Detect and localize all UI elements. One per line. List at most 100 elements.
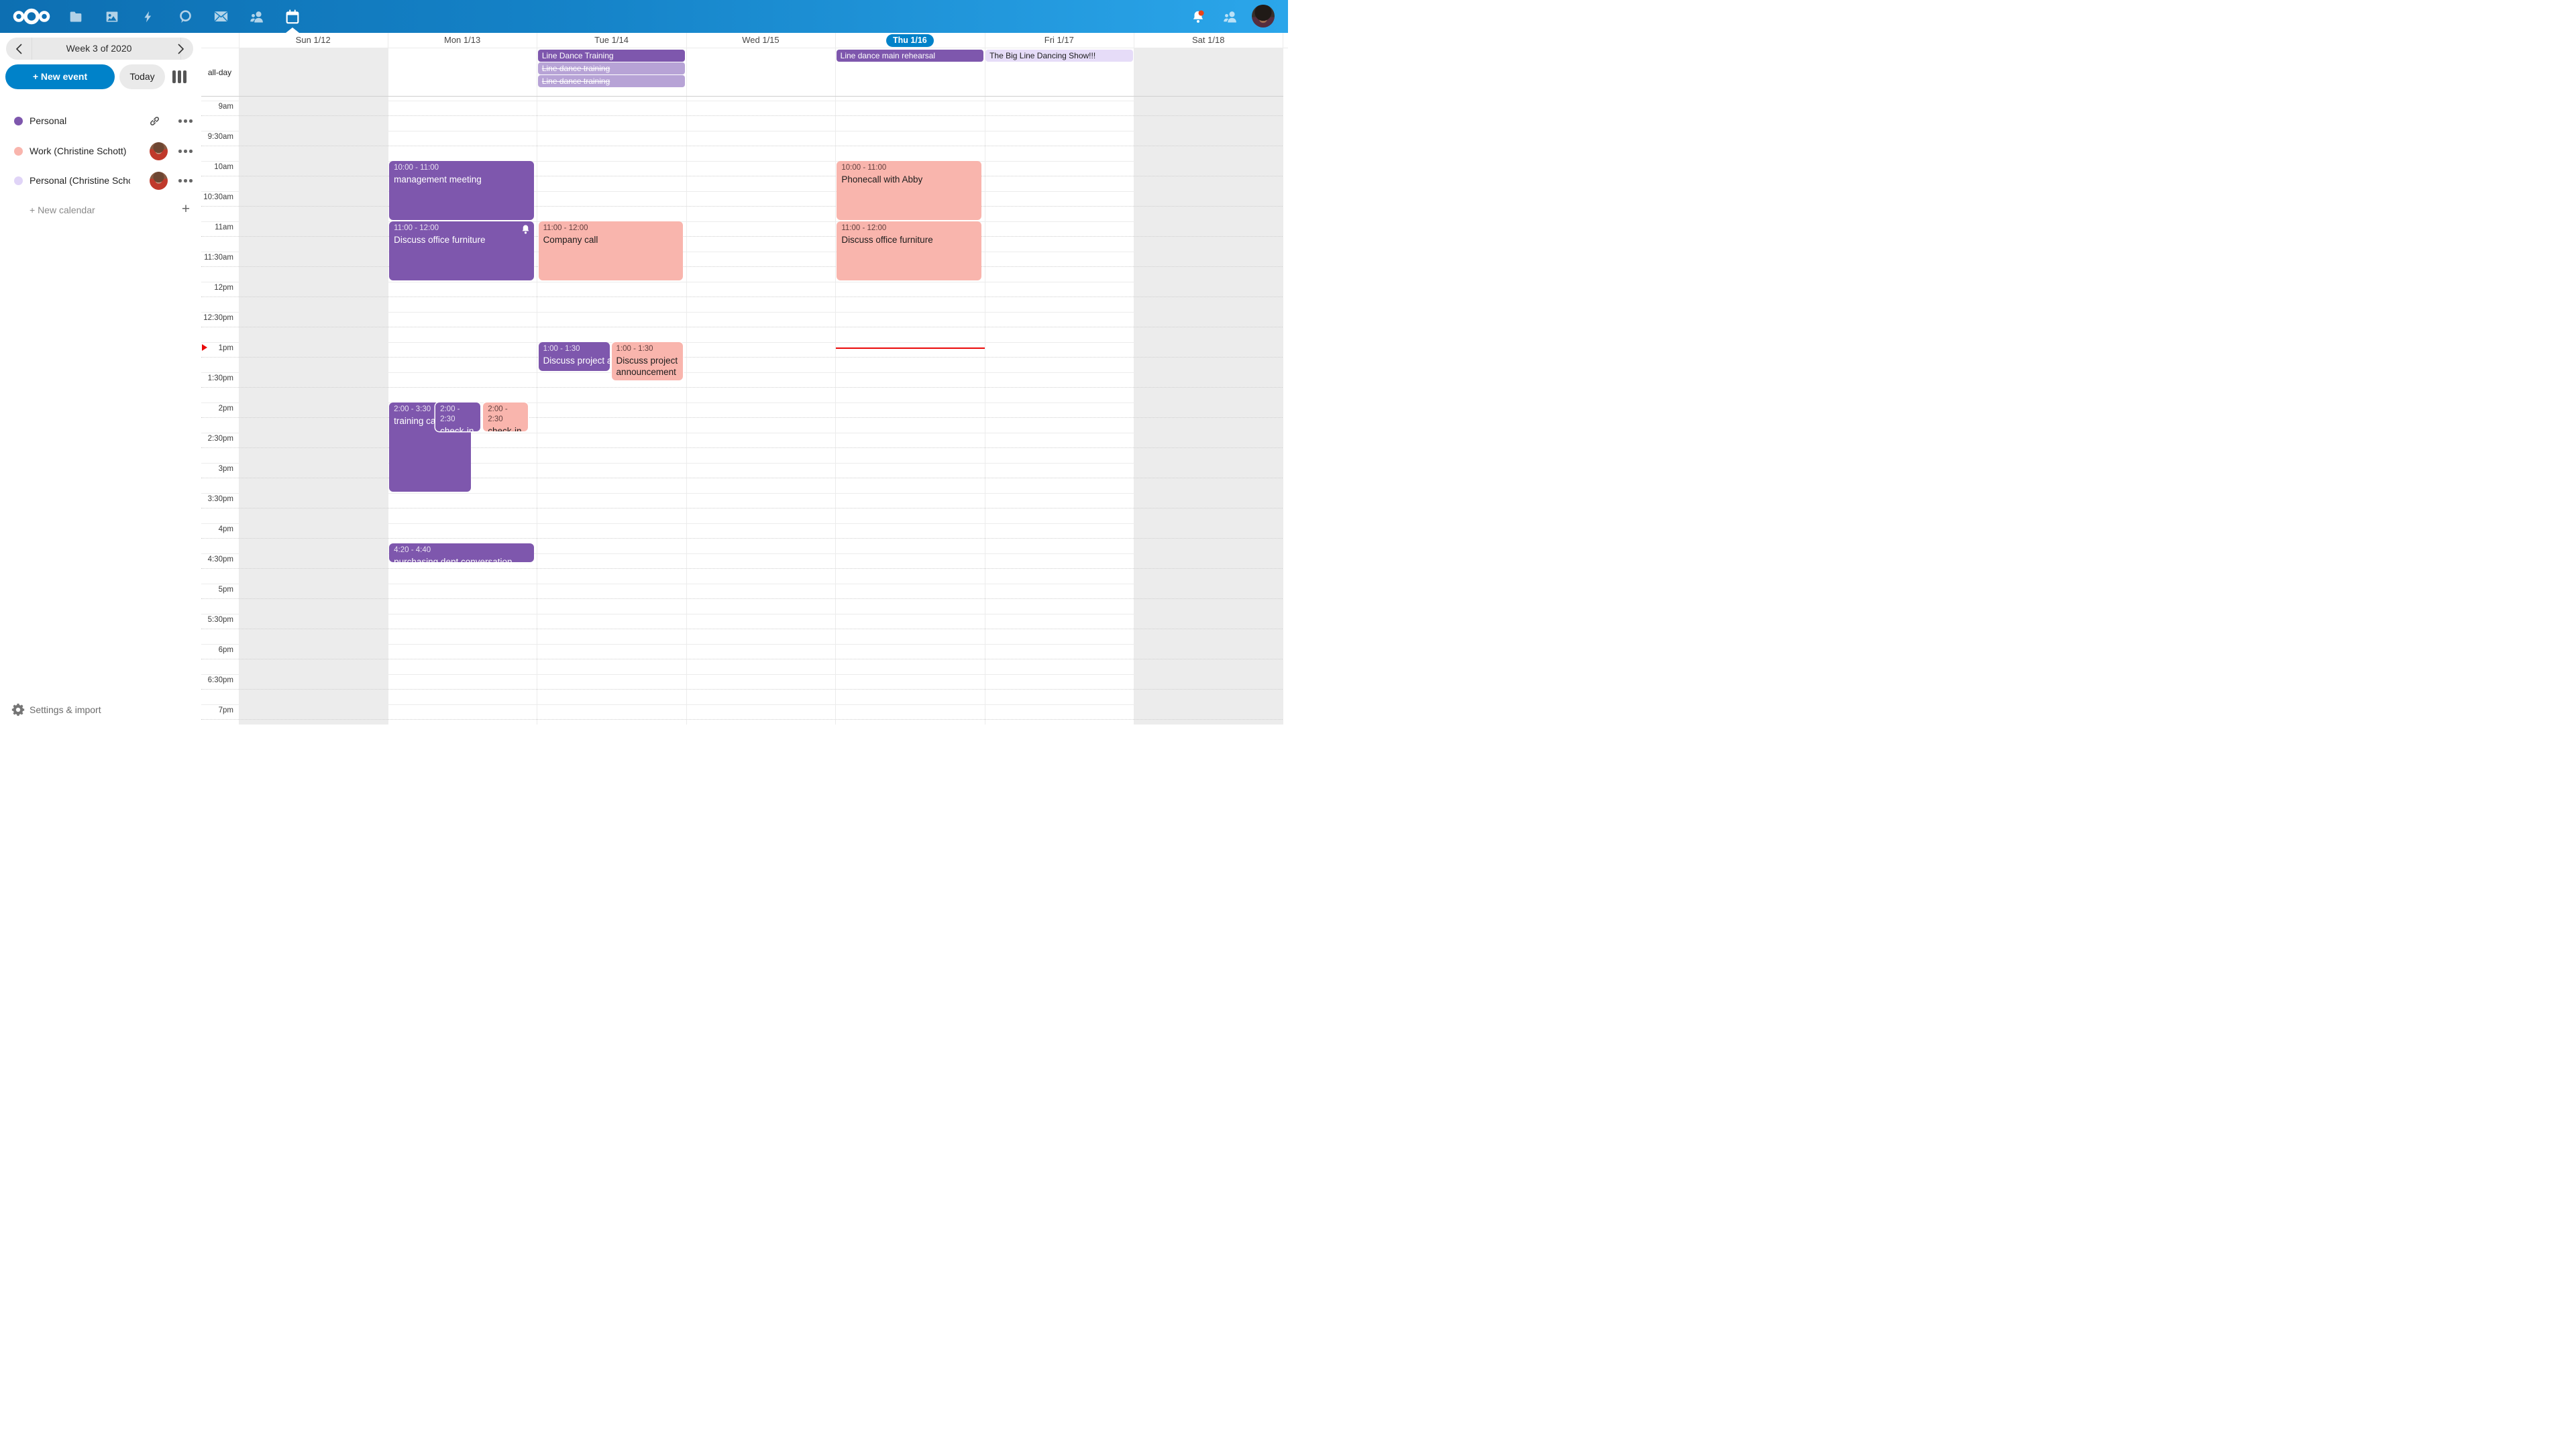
week-switcher: Week 3 of 2020: [6, 38, 193, 60]
half-hour-line: [201, 493, 1283, 494]
calendar-color-dot[interactable]: [14, 117, 23, 125]
quarter-hour-line: [201, 357, 1283, 358]
event-discuss-office-furniture[interactable]: 11:00 - 12:00Discuss office furniture: [389, 221, 534, 280]
talk-icon[interactable]: [170, 0, 200, 33]
all-day-event[interactable]: Line dance training: [538, 75, 685, 87]
half-hour-line: [201, 704, 1283, 705]
quarter-hour-line: [201, 417, 1283, 418]
all-day-event[interactable]: The Big Line Dancing Show!!!: [985, 50, 1132, 62]
all-day-label: all-day: [201, 48, 238, 96]
day-header-sun[interactable]: Sun 1/12: [239, 33, 388, 48]
event-title: Company call: [543, 234, 679, 246]
half-hour-line: [201, 372, 1283, 373]
event-phonecall-with-abby[interactable]: 10:00 - 11:00Phonecall with Abby: [837, 161, 981, 220]
calendar-name: Personal (Christine Scho...: [30, 166, 130, 195]
day-header-thu[interactable]: Thu 1/16: [835, 33, 984, 48]
photos-icon[interactable]: [97, 0, 127, 33]
user-avatar[interactable]: [1252, 5, 1275, 28]
time-axis-label: 3:30pm: [201, 495, 233, 503]
event-discuss-project-announcement[interactable]: 1:00 - 1:30Discuss project announcement: [612, 342, 684, 380]
contacts-menu-icon[interactable]: [1216, 0, 1245, 33]
all-day-divider: [201, 96, 1288, 97]
quarter-hour-line: [201, 236, 1283, 237]
new-calendar-button[interactable]: + New calendar+: [0, 195, 201, 225]
all-day-event[interactable]: Line dance main rehearsal: [837, 50, 983, 62]
sidebar-calendar-personal-christine-scho-[interactable]: Personal (Christine Scho...: [0, 166, 201, 195]
time-axis-label: 1:30pm: [201, 374, 233, 382]
event-time: 11:00 - 12:00: [543, 223, 679, 233]
view-toggle-icon[interactable]: [172, 70, 190, 83]
plus-icon[interactable]: +: [178, 195, 193, 225]
event-discuss-project-announcement[interactable]: 1:00 - 1:30Discuss project announcement: [539, 342, 610, 371]
calendar-color-dot[interactable]: [14, 147, 23, 156]
contacts-icon[interactable]: [242, 0, 272, 33]
day-header-sat[interactable]: Sat 1/18: [1134, 33, 1283, 48]
calendar-actions-menu-icon[interactable]: [178, 149, 193, 153]
day-header-fri[interactable]: Fri 1/17: [985, 33, 1134, 48]
event-time: 10:00 - 11:00: [841, 163, 977, 173]
activity-icon[interactable]: [133, 0, 163, 33]
half-hour-line: [201, 553, 1283, 554]
half-hour-line: [201, 463, 1283, 464]
time-axis-label: 2pm: [201, 405, 233, 413]
half-hour-line: [201, 342, 1283, 343]
nextcloud-calendar-app: Week 3 of 2020 + New event Today Setting…: [0, 0, 1288, 724]
selected-day-pill[interactable]: Thu 1/16: [886, 34, 934, 47]
sidebar-calendar-personal[interactable]: Personal: [0, 106, 201, 136]
time-axis-label: 9:30am: [201, 133, 233, 141]
column-divider: [686, 33, 687, 724]
quarter-hour-line: [201, 266, 1283, 267]
now-line: [836, 347, 984, 349]
calendar-color-dot[interactable]: [14, 176, 23, 185]
weekend-column-shade: [1134, 48, 1283, 724]
sidebar-calendar-work-christine-schott-[interactable]: Work (Christine Schott): [0, 136, 201, 166]
event-company-call[interactable]: 11:00 - 12:00Company call: [539, 221, 684, 280]
quarter-hour-line: [201, 447, 1283, 448]
mail-icon[interactable]: [206, 0, 235, 33]
event-time: 1:00 - 1:30: [543, 344, 606, 354]
all-day-event[interactable]: Line dance training: [538, 62, 685, 74]
event-time: 1:00 - 1:30: [616, 344, 679, 354]
quarter-hour-line: [201, 387, 1283, 388]
time-axis-label: 2:30pm: [201, 435, 233, 443]
quarter-hour-line: [201, 689, 1283, 690]
half-hour-line: [201, 161, 1283, 162]
settings-import[interactable]: Settings & import: [0, 698, 201, 724]
column-divider: [835, 33, 836, 724]
new-event-button[interactable]: + New event: [5, 64, 115, 89]
gear-icon: [11, 703, 25, 716]
all-day-event[interactable]: Line Dance Training: [538, 50, 685, 62]
quarter-hour-line: [201, 206, 1283, 207]
share-link-icon[interactable]: [149, 115, 160, 127]
event-time: 4:20 - 4:40: [394, 545, 529, 555]
calendar-owner-avatar: [150, 142, 168, 160]
files-icon[interactable]: [61, 0, 91, 33]
event-discuss-office-furniture[interactable]: 11:00 - 12:00Discuss office furniture: [837, 221, 981, 280]
now-arrow: [202, 344, 207, 351]
event-purchasing-dept-conversation[interactable]: 4:20 - 4:40purchasing dept conversation: [389, 543, 534, 562]
next-week-button[interactable]: [168, 38, 193, 60]
calendar-actions-menu-icon[interactable]: [178, 178, 193, 182]
day-header-tue[interactable]: Tue 1/14: [537, 33, 686, 48]
notifications-bell-icon[interactable]: [1183, 0, 1213, 33]
reminder-bell-icon: [521, 225, 530, 234]
today-button[interactable]: Today: [119, 64, 165, 89]
event-time: 2:00 - 2:30: [440, 405, 476, 425]
day-header-mon[interactable]: Mon 1/13: [388, 33, 537, 48]
event-check-in[interactable]: 2:00 - 2:30check-in: [483, 402, 528, 431]
event-time: 11:00 - 12:00: [841, 223, 977, 233]
active-app-indicator: [286, 28, 299, 33]
calendar-actions-menu-icon[interactable]: [178, 119, 193, 123]
calendar-name: Personal: [30, 106, 66, 136]
time-axis-label: 3pm: [201, 465, 233, 473]
previous-week-button[interactable]: [6, 38, 32, 60]
scrollbar-gutter[interactable]: [1283, 48, 1288, 724]
time-axis-label: 7pm: [201, 706, 233, 714]
day-header-wed[interactable]: Wed 1/15: [686, 33, 835, 48]
event-management-meeting[interactable]: 10:00 - 11:00management meeting: [389, 161, 534, 220]
nextcloud-logo[interactable]: [5, 0, 58, 33]
event-check-in[interactable]: 2:00 - 2:30check-in: [435, 402, 480, 431]
event-title: check-in: [488, 425, 523, 431]
top-header-bar: [0, 0, 1288, 33]
week-label[interactable]: Week 3 of 2020: [33, 38, 165, 60]
